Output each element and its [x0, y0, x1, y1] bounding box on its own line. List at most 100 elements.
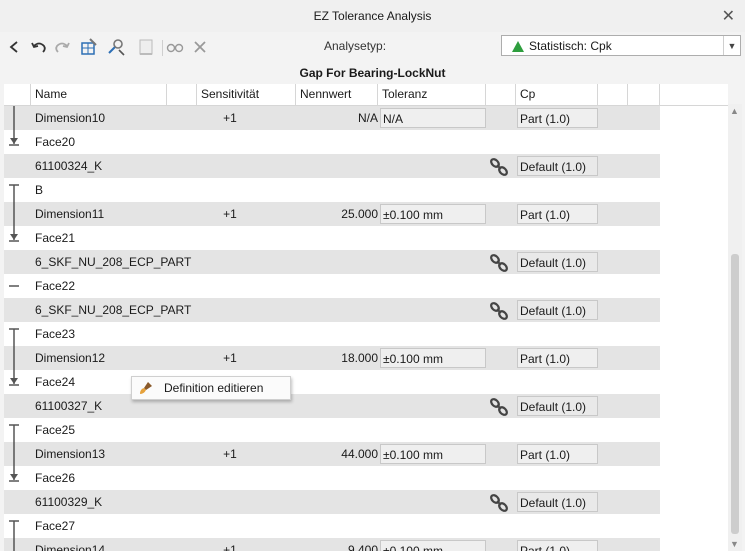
row-tolerance-field[interactable]: ±0.100 mm — [380, 348, 486, 368]
row-nominal: 44.000 — [341, 447, 378, 461]
table-row[interactable]: Face26 — [4, 466, 660, 490]
scroll-up-icon[interactable]: ▲ — [730, 106, 739, 116]
table-row[interactable]: 61100329_K Default (1.0) — [4, 490, 660, 514]
scroll-down-icon[interactable]: ▼ — [730, 539, 739, 549]
dimension-chain-arrow-icon — [9, 106, 19, 146]
row-name: 6_SKF_NU_208_ECP_PART — [35, 303, 192, 317]
table-row[interactable]: 6_SKF_NU_208_ECP_PART Default (1.0) — [4, 250, 660, 274]
row-cp-field[interactable]: Part (1.0) — [517, 108, 598, 128]
scrollbar-thumb[interactable] — [731, 254, 739, 534]
title-bar: EZ Tolerance Analysis ✕ — [0, 0, 745, 33]
header-nominal[interactable]: Nennwert — [296, 84, 378, 105]
header-sensitivity[interactable]: Sensitivität — [197, 84, 296, 105]
row-name: 6_SKF_NU_208_ECP_PART — [35, 255, 192, 269]
row-name: 61100329_K — [35, 495, 103, 509]
table-row[interactable]: Dimension11 +1 25.000 ±0.100 mm Part (1.0) — [4, 202, 660, 226]
table-row[interactable]: Dimension13 +1 44.000 ±0.100 mm Part (1.0) — [4, 442, 660, 466]
table-row[interactable]: Face27 — [4, 514, 660, 538]
table-row[interactable]: Face23 — [4, 322, 660, 346]
gap-title: Gap For Bearing-LockNut — [299, 66, 446, 80]
header-cp[interactable]: Cp — [516, 84, 598, 105]
row-cp-field[interactable]: Part (1.0) — [517, 444, 598, 464]
row-cp-field[interactable]: Default (1.0) — [517, 300, 598, 320]
row-name: B — [35, 183, 44, 197]
edit-definition-icon[interactable] — [105, 36, 127, 58]
chevron-down-icon[interactable]: ▼ — [723, 36, 740, 55]
report-icon[interactable] — [135, 36, 157, 58]
table-row[interactable]: Face24 — [4, 370, 660, 394]
delete-icon[interactable] — [189, 36, 211, 58]
link-icon[interactable] — [488, 156, 510, 178]
table-row[interactable]: Face22 — [4, 274, 660, 298]
row-tolerance-field[interactable]: N/A — [380, 108, 486, 128]
dimension-chain-arrow-icon — [9, 424, 19, 482]
row-name: Face20 — [35, 135, 76, 149]
row-name: 61100327_K — [35, 399, 103, 413]
vertical-scrollbar[interactable]: ▲ ▼ — [728, 104, 742, 551]
row-cp-field[interactable]: Default (1.0) — [517, 156, 598, 176]
dimension-chain-arrow-icon — [9, 184, 19, 242]
row-name: Face21 — [35, 231, 76, 245]
undo-icon[interactable] — [28, 36, 50, 58]
header-tolerance[interactable]: Toleranz — [378, 84, 486, 105]
row-cp-field[interactable]: Part (1.0) — [517, 540, 598, 551]
link-icon[interactable] — [488, 396, 510, 418]
row-name: 61100324_K — [35, 159, 103, 173]
row-nominal: N/A — [357, 111, 378, 125]
row-name: Dimension14 — [35, 543, 106, 551]
toolbar-separator — [162, 40, 163, 56]
table-row[interactable]: 61100324_K Default (1.0) — [4, 154, 660, 178]
context-menu-edit-definition[interactable]: Definition editieren — [164, 381, 263, 395]
tolerance-grid: Name Sensitivität Nennwert Toleranz Cp D… — [4, 84, 728, 551]
back-icon[interactable] — [3, 36, 25, 58]
row-cp-field[interactable]: Default (1.0) — [517, 252, 598, 272]
row-name: Face23 — [35, 327, 76, 341]
brush-icon — [140, 382, 152, 394]
table-row[interactable]: B — [4, 178, 660, 202]
table-row[interactable]: Face25 — [4, 418, 660, 442]
analysis-type-value: Statistisch: Cpk — [529, 39, 612, 53]
row-name: Face22 — [35, 279, 76, 293]
row-cp-field[interactable]: Default (1.0) — [517, 396, 598, 416]
analysis-settings-icon[interactable] — [78, 36, 100, 58]
row-name: Face27 — [35, 519, 76, 533]
row-cp-field[interactable]: Part (1.0) — [517, 204, 598, 224]
row-tolerance-field[interactable]: ±0.100 mm — [380, 204, 486, 224]
table-row[interactable]: Dimension10 +1 N/A N/A Part (1.0) — [4, 106, 660, 130]
row-name: Dimension13 — [35, 447, 106, 461]
row-tolerance-field[interactable]: ±0.100 mm — [380, 540, 486, 551]
analysis-type-select[interactable]: Statistisch: Cpk ▼ — [501, 35, 741, 56]
close-button[interactable]: ✕ — [722, 6, 735, 26]
link-icon[interactable] — [488, 492, 510, 514]
table-row[interactable]: Dimension12 +1 18.000 ±0.100 mm Part (1.0) — [4, 346, 660, 370]
table-row[interactable]: Dimension14 +1 9.400 ±0.100 mm Part (1.0) — [4, 538, 660, 551]
dash-icon — [9, 285, 19, 287]
row-sensitivity: +1 — [223, 207, 237, 221]
row-sensitivity: +1 — [223, 351, 237, 365]
row-nominal: 25.000 — [341, 207, 378, 221]
table-row[interactable]: 6_SKF_NU_208_ECP_PART Default (1.0) — [4, 298, 660, 322]
row-cp-field[interactable]: Part (1.0) — [517, 348, 598, 368]
row-tolerance-field[interactable]: ±0.100 mm — [380, 444, 486, 464]
row-name: Face25 — [35, 423, 76, 437]
header-extra-1 — [598, 84, 628, 105]
row-nominal: 9.400 — [347, 543, 378, 551]
table-row[interactable]: 61100327_K Default (1.0) — [4, 394, 660, 418]
analysis-type-label: Analysetyp: — [324, 39, 387, 53]
header-name[interactable]: Name — [31, 84, 167, 105]
row-nominal: 18.000 — [341, 351, 378, 365]
glasses-icon[interactable] — [164, 36, 186, 58]
row-name: Face24 — [35, 375, 76, 389]
redo-icon[interactable] — [51, 36, 73, 58]
row-name: Dimension12 — [35, 351, 106, 365]
header-link-column — [486, 84, 516, 105]
header-extra-2 — [628, 84, 660, 105]
row-sensitivity: +1 — [223, 447, 237, 461]
dimension-chain-arrow-icon — [9, 520, 19, 551]
table-row[interactable]: Face20 — [4, 130, 660, 154]
link-icon[interactable] — [488, 300, 510, 322]
table-row[interactable]: Face21 — [4, 226, 660, 250]
row-sensitivity: +1 — [223, 543, 237, 551]
row-cp-field[interactable]: Default (1.0) — [517, 492, 598, 512]
link-icon[interactable] — [488, 252, 510, 274]
